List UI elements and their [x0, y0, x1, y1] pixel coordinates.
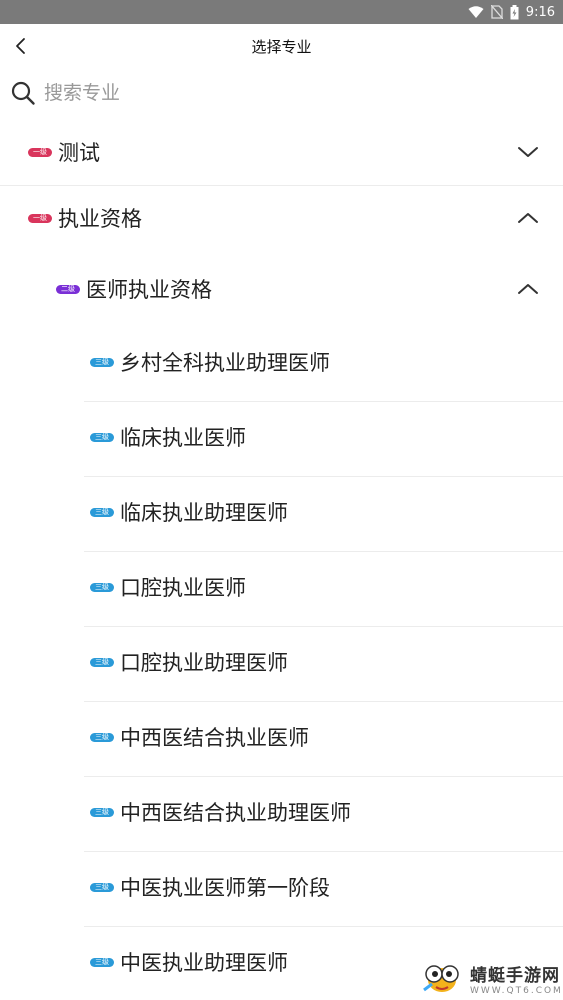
back-button[interactable]	[10, 34, 34, 58]
category-label: 测试	[58, 141, 100, 165]
search-icon	[11, 81, 35, 105]
list-item[interactable]: 三级 中西医结合执业医师	[0, 713, 563, 761]
item-label: 乡村全科执业助理医师	[120, 351, 330, 375]
page-title: 选择专业	[251, 37, 312, 56]
no-sim-icon	[490, 5, 503, 19]
list-item[interactable]: 三级 临床执业医师	[0, 413, 563, 461]
search-bar	[10, 76, 410, 110]
divider	[84, 401, 563, 402]
divider	[84, 851, 563, 852]
subcategory-label: 医师执业资格	[86, 278, 212, 302]
item-label: 中西医结合执业助理医师	[120, 801, 351, 825]
level-3-badge: 三级	[90, 432, 114, 442]
item-label: 临床执业医师	[120, 426, 246, 450]
level-3-badge: 三级	[90, 882, 114, 892]
header: 选择专业	[0, 24, 563, 68]
divider	[84, 926, 563, 927]
level-3-badge: 三级	[90, 957, 114, 967]
level-3-badge: 三级	[90, 357, 114, 367]
subcategory-row-physician[interactable]: 二级 医师执业资格	[0, 265, 563, 313]
level-2-badge: 二级	[56, 284, 80, 294]
chevron-left-icon	[16, 38, 25, 54]
list-item[interactable]: 三级 口腔执业助理医师	[0, 638, 563, 686]
status-time: 9:16	[525, 4, 555, 20]
list-item[interactable]: 三级 中西医结合执业助理医师	[0, 788, 563, 836]
divider	[84, 476, 563, 477]
divider	[84, 626, 563, 627]
item-label: 中西医结合执业医师	[120, 726, 309, 750]
category-label: 执业资格	[58, 207, 142, 231]
watermark-text: 蜻蜓手游网 WWW.QT6.COM	[470, 961, 563, 996]
category-row-license[interactable]: 一级 执业资格	[0, 194, 563, 242]
divider	[0, 185, 563, 186]
level-3-badge: 三级	[90, 732, 114, 742]
divider	[84, 776, 563, 777]
list-item[interactable]: 三级 中医执业医师第一阶段	[0, 863, 563, 911]
item-label: 中医执业医师第一阶段	[120, 876, 330, 900]
level-1-badge: 一级	[28, 147, 52, 157]
level-3-badge: 三级	[90, 807, 114, 817]
search-input[interactable]	[42, 81, 386, 105]
level-3-badge: 三级	[90, 507, 114, 517]
item-label: 口腔执业助理医师	[120, 651, 288, 675]
list-item[interactable]: 三级 临床执业助理医师	[0, 488, 563, 536]
item-label: 临床执业助理医师	[120, 501, 288, 525]
chevron-down-icon	[518, 147, 538, 157]
status-bar: 9:16	[0, 0, 563, 24]
item-label: 中医执业助理医师	[120, 951, 288, 975]
chevron-up-icon	[518, 213, 538, 223]
wifi-icon	[468, 5, 484, 19]
watermark-name: 蜻蜓手游网	[470, 965, 560, 986]
dragonfly-logo-icon	[423, 965, 459, 992]
list-item[interactable]: 三级 乡村全科执业助理医师	[0, 338, 563, 386]
watermark: 蜻蜓手游网 WWW.QT6.COM	[420, 960, 563, 996]
level-3-badge: 三级	[90, 582, 114, 592]
watermark-url: WWW.QT6.COM	[470, 985, 563, 996]
level-1-badge: 一级	[28, 213, 52, 223]
item-label: 口腔执业医师	[120, 576, 246, 600]
level-3-badge: 三级	[90, 657, 114, 667]
battery-icon	[510, 4, 519, 20]
divider	[84, 551, 563, 552]
chevron-up-icon	[518, 284, 538, 294]
list-item[interactable]: 三级 口腔执业医师	[0, 563, 563, 611]
divider	[84, 701, 563, 702]
category-row-test[interactable]: 一级 测试	[0, 128, 563, 176]
